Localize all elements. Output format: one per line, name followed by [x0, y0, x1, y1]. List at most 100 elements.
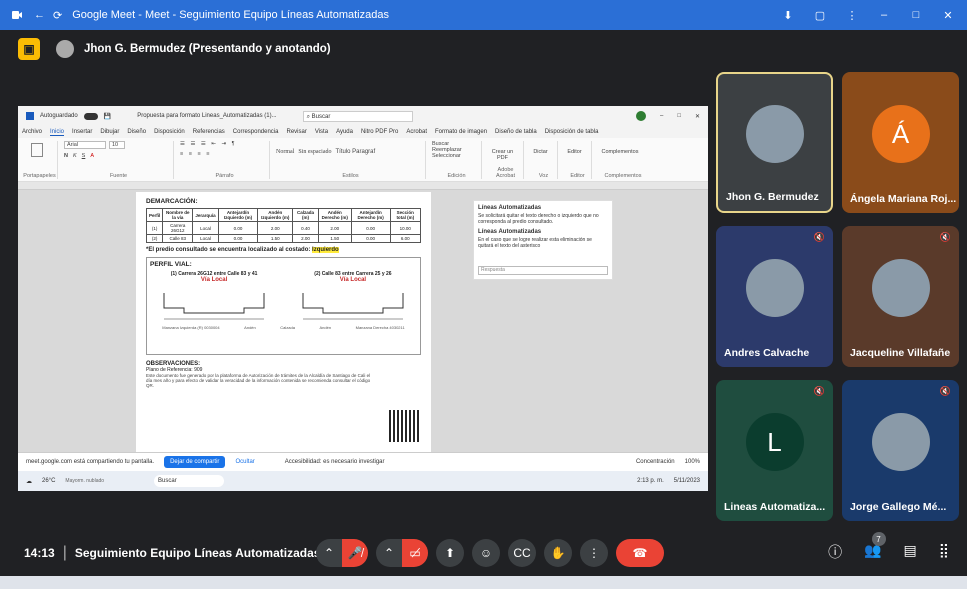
word-menu-item[interactable]: Acrobat — [406, 129, 427, 135]
font-color-icon[interactable]: A — [90, 153, 94, 159]
mic-options-button[interactable]: ⌃ — [316, 539, 342, 567]
ribbon-group-label: Editor — [570, 173, 585, 179]
info-icon[interactable]: ⓘ — [828, 542, 842, 562]
word-menu-item[interactable]: Disposición de tabla — [545, 129, 599, 135]
participant-avatar — [745, 105, 804, 164]
camera-off-icon[interactable]: ▭̸ — [402, 539, 428, 567]
people-icon[interactable]: 👥 7 — [864, 532, 886, 562]
download-icon[interactable]: ⬇ — [781, 9, 795, 22]
maximize-button[interactable]: □ — [909, 9, 923, 21]
back-icon[interactable]: ← — [34, 9, 45, 21]
participant-tile[interactable]: 🔇 Jacqueline Villafañe — [842, 226, 959, 367]
present-icon[interactable]: ⬆ — [436, 539, 464, 567]
dictate-button[interactable]: Dictar — [530, 141, 551, 155]
word-menu-item[interactable]: Referencias — [193, 129, 225, 135]
word-menu-item[interactable]: Dibujar — [100, 129, 119, 135]
emoji-icon[interactable]: ☺ — [472, 539, 500, 567]
bold-button[interactable]: N — [64, 153, 68, 159]
activities-icon[interactable]: ⣿ — [939, 542, 949, 562]
font-size-select[interactable]: 10 — [109, 141, 125, 149]
ribbon-group-editor: Editor Editor — [564, 141, 592, 179]
weather-sub: Mayorm. nublado — [65, 478, 105, 484]
share-notice: meet.google.com está compartiendo tu pan… — [18, 452, 708, 471]
participant-tile[interactable]: Á Ángela Mariana Roj... — [842, 72, 959, 213]
presenter-bar: ▣ Jhon G. Bermudez (Presentando y anotan… — [18, 38, 331, 60]
word-menu-bar: Archivo Inicio Insertar Dibujar Diseño Dispos… — [18, 126, 708, 138]
create-pdf-button[interactable]: Crear un PDF — [488, 141, 517, 161]
word-menu-item[interactable]: Formato de imagen — [435, 129, 487, 135]
word-close-button[interactable]: ✕ — [695, 113, 700, 120]
reload-icon[interactable]: ⟳ — [53, 9, 62, 22]
select-button[interactable]: Seleccionar — [432, 153, 475, 159]
word-menu-item[interactable]: Diseño — [127, 129, 146, 135]
word-maximize-button[interactable]: □ — [677, 113, 681, 119]
editor-button[interactable]: Editor — [564, 141, 585, 155]
meet-window: ▣ Jhon G. Bermudez (Presentando y anotan… — [0, 30, 967, 575]
list-icons[interactable]: ☰ ☰ ☰ ⇤ ⇥ ¶ — [180, 141, 263, 147]
word-menu-item[interactable]: Inicio — [50, 129, 65, 136]
captions-icon[interactable]: CC — [508, 539, 536, 567]
word-minimize-button[interactable]: – — [660, 113, 663, 119]
table-cell: Calle 83 — [162, 234, 194, 243]
raise-hand-icon[interactable]: ✋ — [544, 539, 572, 567]
word-search[interactable]: ⌕ Buscar — [302, 110, 413, 122]
extensions-icon[interactable]: ▢ — [813, 9, 827, 22]
participant-tile[interactable]: 🔇 Jorge Gallego Mé... — [842, 380, 959, 521]
hide-notice-link[interactable]: Ocultar — [235, 459, 254, 465]
stop-sharing-button[interactable]: Dejar de compartir — [164, 456, 226, 468]
table-header-cell: Perfil — [145, 208, 164, 222]
table-cell: 6.00 — [389, 234, 422, 243]
table-header-cell: Sección total (m) — [389, 208, 422, 222]
table-cell: 0.00 — [217, 221, 259, 235]
obs-text: Este documento fue generado por la plata… — [146, 373, 371, 388]
table-cell: 0.00 — [350, 221, 391, 235]
taskbar-search[interactable]: Buscar — [154, 475, 225, 487]
more-icon[interactable]: ⋮ — [845, 9, 859, 22]
zoom-level[interactable]: 100% — [685, 459, 700, 465]
participant-avatar: Á — [871, 105, 930, 164]
camera-options-button[interactable]: ⌃ — [376, 539, 402, 567]
word-menu-item[interactable]: Disposición — [154, 129, 185, 135]
align-icons[interactable]: ≡ ≡ ≡ ≡ — [180, 151, 263, 157]
underline-button[interactable]: S — [82, 153, 86, 159]
ribbon-group-font: Arial 10 NKS A Fuente — [64, 141, 174, 179]
accessibility-status[interactable]: Accesibilidad: es necesario investigar — [285, 459, 385, 465]
word-user-avatar[interactable] — [636, 111, 646, 121]
participant-tile[interactable]: Jhon G. Bermudez — [716, 72, 833, 213]
word-menu-item[interactable]: Ayuda — [336, 129, 353, 135]
save-icon[interactable]: 💾 — [104, 113, 111, 120]
word-menu-item[interactable]: Diseño de tabla — [495, 129, 537, 135]
paste-icon[interactable] — [30, 143, 43, 157]
ribbon-group-voice: Dictar Voz — [530, 141, 558, 179]
close-button[interactable]: ✕ — [941, 9, 955, 22]
comment-reply-input[interactable]: Respuesta — [478, 266, 608, 275]
autosave-toggle[interactable] — [83, 112, 98, 120]
ribbon-group-styles: Normal Sin espaciado Título Paragraf Est… — [276, 141, 426, 179]
end-call-button[interactable]: ☎ — [616, 539, 664, 567]
addins-button[interactable]: Complementos — [598, 141, 642, 155]
separator: | — [62, 544, 67, 561]
word-menu-item[interactable]: Archivo — [22, 129, 42, 135]
more-options-icon[interactable]: ⋮ — [580, 539, 608, 567]
focus-mode[interactable]: Concentración — [636, 459, 675, 465]
ribbon-group-label: Portapapeles — [23, 173, 56, 179]
mic-off-icon[interactable]: 🎤̸ — [342, 539, 368, 567]
table-cell: 1.50 — [317, 234, 352, 243]
minimize-button[interactable]: – — [877, 9, 891, 21]
document-page: DEMARCACIÓN: Perfil Nombre de la vía Jerar… — [136, 192, 431, 470]
table-header-cell: Antejardín Derecho (m) — [350, 208, 391, 222]
font-name-select[interactable]: Arial — [64, 141, 106, 149]
inner-taskbar: ☁ 26°C Mayorm. nublado Buscar 2:13 p. m.… — [18, 471, 708, 491]
mic-muted-icon: 🔇 — [813, 386, 825, 396]
word-menu-item[interactable]: Correspondencia — [233, 129, 279, 135]
participant-tile[interactable]: 🔇 Andres Calvache — [716, 226, 833, 367]
meeting-time: 14:13 — [24, 546, 55, 560]
word-menu-item[interactable]: Nitro PDF Pro — [361, 129, 398, 135]
table-cell: 1.50 — [257, 234, 294, 243]
word-menu-item[interactable]: Insertar — [72, 129, 92, 135]
italic-button[interactable]: K — [73, 153, 77, 159]
word-menu-item[interactable]: Revisar — [286, 129, 306, 135]
word-menu-item[interactable]: Vista — [315, 129, 328, 135]
participant-tile[interactable]: L 🔇 Lineas Automatiza... — [716, 380, 833, 521]
chat-icon[interactable]: ▤ — [904, 542, 917, 562]
